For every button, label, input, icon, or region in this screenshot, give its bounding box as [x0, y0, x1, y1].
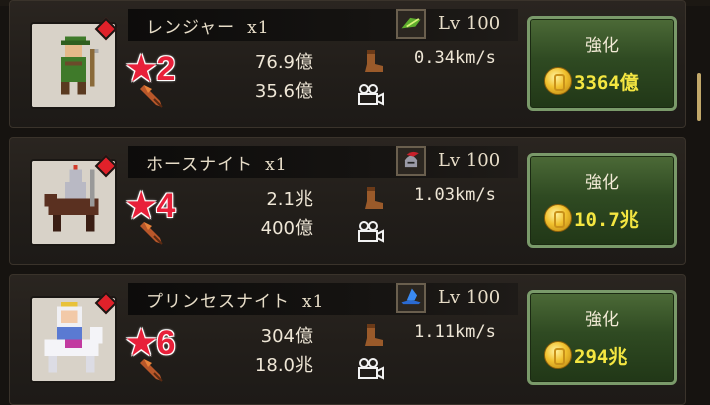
- upgrade-label: 強化: [585, 36, 619, 56]
- movie-camera-icon[interactable]: [355, 83, 385, 107]
- attack-value: 304億: [260, 326, 313, 347]
- speed-value: 1.03km/s: [414, 185, 496, 205]
- unit-name-text: ホースナイト: [146, 155, 254, 175]
- upgrade-cost: 294兆: [574, 346, 628, 368]
- unit-row-princess-knight: プリンセスナイト x1 Lv 100 ★6 304億 18.0兆 1.11km/s…: [9, 274, 686, 405]
- attack-value: 2.1兆: [266, 189, 313, 210]
- unit-row-ranger: レンジャー x1 Lv 100 ★2 76.9億 35.6億 0.34km/s 強…: [9, 0, 686, 128]
- upgrade-button[interactable]: 強化 3364億: [527, 16, 677, 111]
- gold-coin-icon: [544, 341, 572, 369]
- boot-icon: [365, 50, 383, 72]
- upgrade-button[interactable]: 強化 294兆: [527, 290, 677, 385]
- speed-value: 0.34km/s: [414, 48, 496, 68]
- unit-multiplier: x1: [247, 18, 270, 38]
- boot-icon: [365, 187, 383, 209]
- scrollbar[interactable]: [697, 73, 701, 121]
- upgrade-label: 強化: [585, 310, 619, 330]
- level-label: Lv 100: [438, 287, 501, 308]
- blue-witch-hat-icon: [396, 283, 426, 313]
- movie-camera-icon[interactable]: [355, 357, 385, 381]
- upgrade-button[interactable]: 強化 10.7兆: [527, 153, 677, 248]
- green-feather-hat-icon: [396, 9, 426, 39]
- unit-name-text: レンジャー: [146, 18, 236, 38]
- hp-value: 18.0兆: [254, 355, 313, 376]
- upgrade-cost: 10.7兆: [574, 209, 639, 231]
- red-plumed-helmet-icon: [396, 146, 426, 176]
- level-label: Lv 100: [438, 13, 501, 34]
- unit-name-text: プリンセスナイト: [146, 292, 290, 312]
- unit-multiplier: x1: [265, 155, 288, 175]
- hp-value: 400億: [260, 218, 313, 239]
- speed-value: 1.11km/s: [414, 322, 496, 342]
- attack-value: 76.9億: [254, 52, 313, 73]
- unit-name: レンジャー x1: [146, 13, 270, 38]
- upgrade-cost: 3364億: [574, 72, 639, 94]
- boot-icon: [365, 324, 383, 346]
- unit-row-horse-knight: ホースナイト x1 Lv 100 ★4 2.1兆 400億 1.03km/s 強化…: [9, 137, 686, 265]
- hp-value: 35.6億: [254, 81, 313, 102]
- weapon-icon: [140, 85, 163, 108]
- weapon-icon: [140, 359, 163, 382]
- level-label: Lv 100: [438, 150, 501, 171]
- unit-multiplier: x1: [302, 292, 325, 312]
- upgrade-label: 強化: [585, 173, 619, 193]
- unit-name: ホースナイト x1: [146, 150, 288, 175]
- unit-name: プリンセスナイト x1: [146, 287, 324, 312]
- gold-coin-icon: [544, 67, 572, 95]
- weapon-icon: [140, 222, 163, 245]
- gold-coin-icon: [544, 204, 572, 232]
- movie-camera-icon[interactable]: [355, 220, 385, 244]
